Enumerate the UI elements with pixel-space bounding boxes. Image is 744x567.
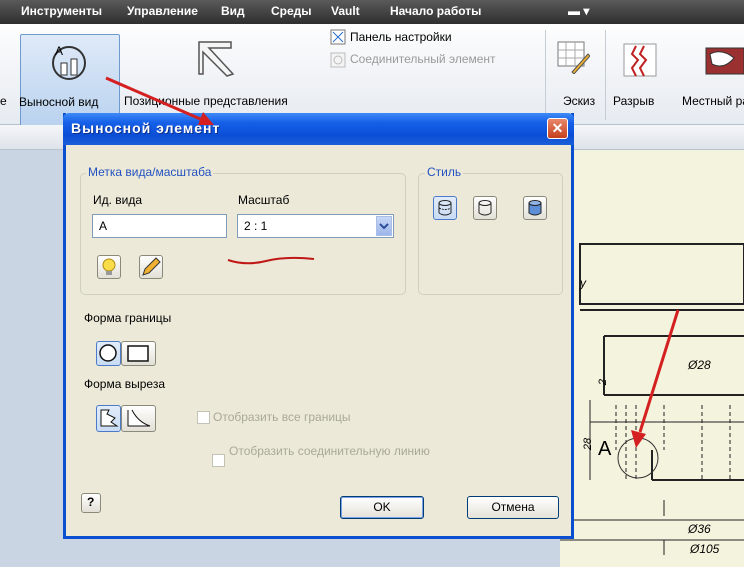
red-underline-annotation bbox=[227, 256, 315, 265]
menu-view[interactable]: Вид bbox=[221, 4, 245, 18]
show-connector-line-label: Отобразить соединительную линию bbox=[229, 444, 430, 458]
label-visibility-button[interactable] bbox=[97, 255, 121, 279]
rectangle-icon bbox=[127, 345, 149, 362]
cylinder-icon bbox=[478, 200, 492, 216]
dimension-d105: Ø105 bbox=[690, 542, 720, 556]
chevron-down-icon bbox=[379, 223, 389, 230]
cylinder-hidden-icon bbox=[438, 200, 452, 216]
settings-panel-icon bbox=[330, 29, 346, 45]
drawing-canvas[interactable]: у Ø28 2 28 A Ø36 Ø105 bbox=[560, 150, 744, 567]
style-group bbox=[418, 173, 563, 295]
help-button[interactable]: ? bbox=[81, 493, 101, 513]
jagged-cutout-icon bbox=[100, 409, 119, 427]
dimension-d36: Ø36 bbox=[688, 522, 711, 536]
style-shaded-button[interactable] bbox=[523, 196, 547, 220]
ribbon-divider bbox=[545, 30, 546, 120]
dimension-28: 28 bbox=[582, 437, 595, 451]
positional-label[interactable]: Позиционные представления bbox=[124, 94, 288, 108]
ok-button[interactable]: OK bbox=[340, 496, 424, 519]
edit-label-button[interactable] bbox=[139, 255, 163, 279]
border-shape-label: Форма границы bbox=[84, 311, 172, 325]
dimension-d28: Ø28 bbox=[688, 358, 711, 372]
rectangular-border-button[interactable] bbox=[121, 341, 156, 366]
circle-icon bbox=[99, 344, 117, 362]
view-id-label: Ид. вида bbox=[93, 193, 143, 207]
view-id-input[interactable]: A bbox=[92, 214, 227, 238]
menu-tools[interactable]: Инструменты bbox=[21, 4, 102, 18]
pencil-icon bbox=[142, 257, 161, 276]
ribbon-edge-label: е bbox=[0, 94, 7, 108]
local-section-label[interactable]: Местный ра bbox=[682, 94, 744, 108]
drawing-geometry: у bbox=[560, 243, 744, 555]
settings-panel-label[interactable]: Панель настройки bbox=[350, 30, 452, 44]
dialog-title: Выносной элемент bbox=[71, 120, 221, 136]
menu-vault[interactable]: Vault bbox=[331, 4, 360, 18]
cutout-shape-label: Форма выреза bbox=[84, 377, 165, 391]
view-label-scale-group-title: Метка вида/масштаба bbox=[86, 165, 214, 179]
svg-text:у: у bbox=[579, 276, 587, 290]
show-all-borders-checkbox[interactable] bbox=[197, 411, 210, 424]
detail-marker-a[interactable]: A bbox=[598, 438, 611, 461]
menu-manage[interactable]: Управление bbox=[127, 4, 198, 18]
dimension-2: 2 bbox=[597, 378, 610, 386]
positional-icon bbox=[198, 41, 235, 77]
break-label[interactable]: Разрыв bbox=[613, 94, 654, 108]
dialog-titlebar[interactable]: Выносной элемент ✕ bbox=[63, 113, 574, 145]
style-without-hidden-lines-button[interactable] bbox=[473, 196, 497, 220]
detail-view-label: Выносной вид bbox=[19, 95, 99, 109]
smooth-cutout-button[interactable] bbox=[121, 405, 156, 432]
close-button[interactable]: ✕ bbox=[547, 118, 568, 139]
smooth-cutout-icon bbox=[127, 409, 151, 427]
break-icon bbox=[623, 43, 657, 77]
scale-dropdown-button[interactable] bbox=[376, 216, 392, 236]
show-all-borders-label: Отобразить все границы bbox=[213, 410, 351, 424]
style-group-title: Стиль bbox=[425, 165, 464, 179]
scale-label: Масштаб bbox=[238, 193, 290, 207]
menu-more-icon[interactable]: ▬ ▾ bbox=[568, 4, 589, 18]
menu-environments[interactable]: Среды bbox=[271, 4, 312, 18]
cylinder-shaded-icon bbox=[528, 200, 542, 216]
local-section-icon bbox=[705, 47, 744, 75]
help-icon: ? bbox=[87, 495, 95, 509]
cancel-button[interactable]: Отмена bbox=[467, 496, 559, 519]
sketch-label[interactable]: Эскиз bbox=[563, 94, 595, 108]
menu-bar: Инструменты Управление Вид Среды Vault Н… bbox=[0, 0, 744, 24]
menu-getting-started[interactable]: Начало работы bbox=[390, 4, 481, 18]
jagged-cutout-button[interactable] bbox=[96, 405, 121, 432]
circular-border-button[interactable] bbox=[96, 341, 121, 366]
ribbon: е A Выносной вид Позиционные представлен… bbox=[0, 24, 744, 128]
scale-select[interactable]: 2 : 1 bbox=[237, 214, 394, 238]
show-connector-line-checkbox[interactable] bbox=[212, 454, 225, 467]
svg-text:A: A bbox=[55, 44, 63, 58]
lightbulb-icon bbox=[102, 258, 116, 275]
ribbon-divider-2 bbox=[605, 30, 606, 120]
detail-view-icon: A bbox=[52, 44, 86, 80]
style-with-hidden-lines-button[interactable] bbox=[433, 196, 457, 220]
scale-value: 2 : 1 bbox=[244, 219, 268, 233]
sketch-icon bbox=[557, 41, 590, 74]
connector-icon bbox=[330, 52, 346, 68]
connector-label: Соединительный элемент bbox=[350, 52, 496, 66]
